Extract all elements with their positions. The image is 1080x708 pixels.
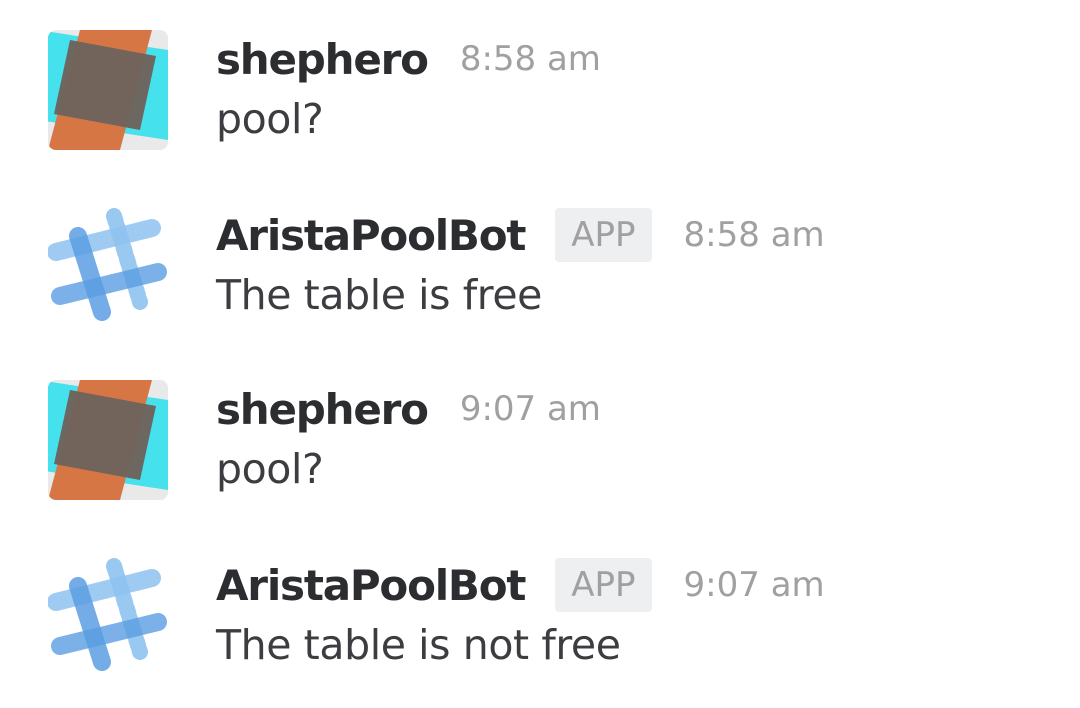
- message-text: The table is not free: [216, 621, 621, 669]
- sender-name[interactable]: AristaPoolBot: [216, 211, 526, 260]
- user-avatar-icon[interactable]: [48, 380, 168, 500]
- timestamp[interactable]: 9:07 am: [460, 389, 601, 429]
- sender-name[interactable]: shephero: [216, 385, 429, 434]
- sender-name[interactable]: shephero: [216, 35, 429, 84]
- message-item: shephero 8:58 am pool?: [0, 0, 1080, 150]
- user-avatar-icon[interactable]: [48, 30, 168, 150]
- message-text: The table is free: [216, 271, 542, 319]
- message-text: pool?: [216, 445, 324, 493]
- app-badge: APP: [555, 558, 652, 612]
- timestamp[interactable]: 8:58 am: [460, 39, 601, 79]
- timestamp[interactable]: 8:58 am: [684, 215, 825, 255]
- message-header: shephero 9:07 am: [216, 381, 601, 437]
- message-text: pool?: [216, 95, 324, 143]
- sender-name[interactable]: AristaPoolBot: [216, 561, 526, 610]
- message-item: AristaPoolBot APP 9:07 am The table is n…: [0, 526, 1080, 671]
- timestamp[interactable]: 9:07 am: [684, 565, 825, 605]
- message-header: shephero 8:58 am: [216, 31, 601, 87]
- message-header: AristaPoolBot APP 8:58 am: [216, 207, 825, 263]
- message-item: shephero 9:07 am pool?: [0, 350, 1080, 500]
- bot-avatar-icon[interactable]: [48, 556, 168, 676]
- app-badge: APP: [555, 208, 652, 262]
- message-item: AristaPoolBot APP 8:58 am The table is f…: [0, 176, 1080, 321]
- message-header: AristaPoolBot APP 9:07 am: [216, 557, 825, 613]
- bot-avatar-icon[interactable]: [48, 206, 168, 326]
